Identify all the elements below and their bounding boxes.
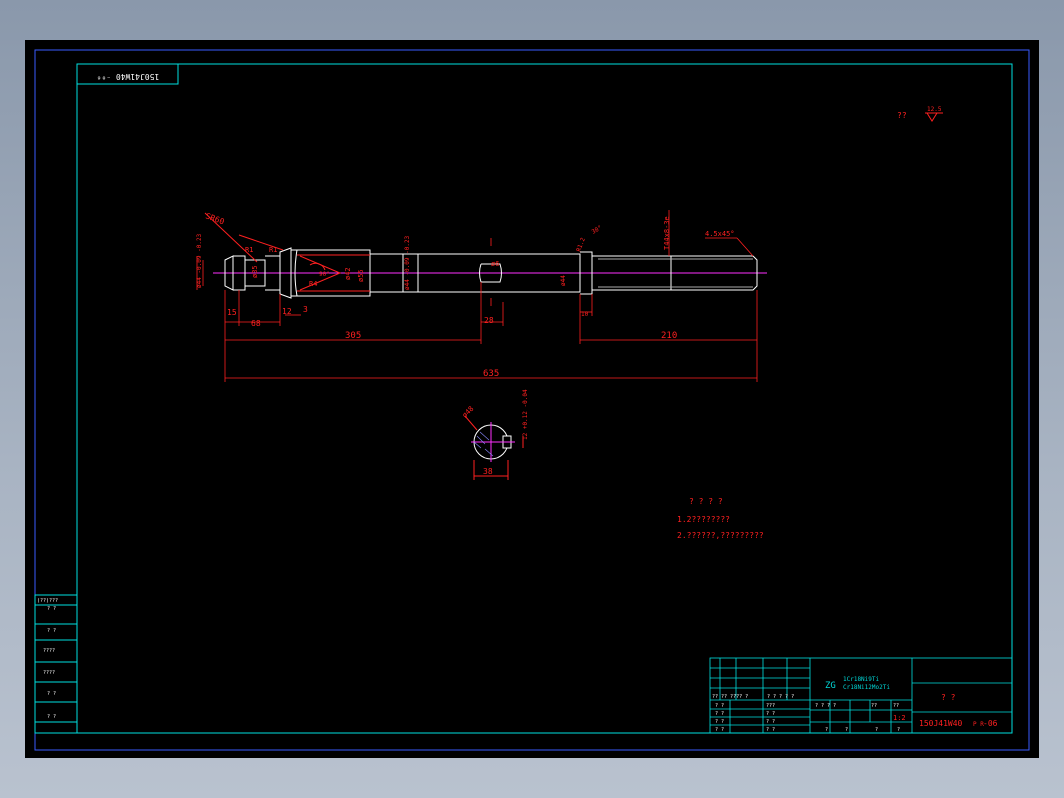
sign-row2-2: ? ? bbox=[766, 711, 775, 717]
sign-row2-3: ? ? bbox=[766, 719, 775, 725]
dim-68: 68 bbox=[251, 319, 261, 328]
technical-notes: ? ? ? ? 1.2???????? 2.??????,????????? bbox=[677, 497, 764, 540]
dim-r1b: R1 bbox=[269, 246, 277, 254]
dim-r1-2: R1.2 bbox=[575, 236, 587, 252]
dim-d-left: ø44 -0.09 -0.23 bbox=[196, 233, 203, 288]
left-strip bbox=[34, 594, 78, 734]
sign-row-4: ? ? bbox=[715, 727, 724, 733]
section-dia: ø48 bbox=[461, 405, 476, 420]
sign-row-2: ? ? bbox=[715, 711, 724, 717]
sign-row-1: ? ? bbox=[715, 703, 724, 709]
shaft-view bbox=[213, 247, 767, 299]
change-header-1: ?? ?? ???? ? bbox=[712, 694, 748, 700]
dim-d-groove: ø35 bbox=[251, 265, 259, 278]
attr2-2: ? bbox=[845, 727, 848, 733]
title-block-text: ZG 1Cr18Ni9Ti Cr18Ni12Mo2Ti ? ? 1:2 150J… bbox=[712, 676, 998, 733]
notes-line1: 1.2???????? bbox=[677, 515, 730, 524]
section-12: 12 +0.12 -0.04 bbox=[522, 389, 529, 440]
dim-thread: T44x8-3e bbox=[663, 216, 671, 250]
cad-drawing: 150J41W40 ⁻⁰⁶ ?? 12.5 SR60 ø44 -0.09 -0.… bbox=[34, 49, 1030, 751]
dim-210: 210 bbox=[661, 331, 677, 341]
notes-line2: 2.??????,????????? bbox=[677, 531, 764, 540]
attr2-3: ? bbox=[875, 727, 878, 733]
roughness-note: ?? bbox=[897, 111, 907, 120]
scale: 1:2 bbox=[893, 714, 906, 722]
sign-row-3: ? ? bbox=[715, 719, 724, 725]
dim-3: 3 bbox=[303, 305, 308, 314]
left-strip-3: ???? bbox=[43, 648, 55, 654]
dim-15: 15 bbox=[227, 308, 237, 317]
attr-3: ?? bbox=[893, 703, 899, 709]
dim-d-body: ø55 bbox=[357, 269, 365, 282]
drawing-suffix: -06 bbox=[983, 719, 998, 728]
attr2-4: ? bbox=[897, 727, 900, 733]
dim-635: 635 bbox=[483, 369, 499, 379]
dim-chamfer: 4.5x45° bbox=[705, 230, 735, 238]
section-38: 38 bbox=[483, 467, 493, 476]
material-line2: Cr18Ni12Mo2Ti bbox=[843, 684, 890, 691]
outer-frame bbox=[34, 49, 1030, 751]
part-name: ? ? bbox=[941, 693, 956, 702]
cross-section: ø48 12 +0.12 -0.04 38 bbox=[461, 389, 529, 480]
roughness-value: 12.5 bbox=[927, 106, 942, 113]
left-strip-6: ? ? bbox=[47, 714, 56, 720]
material-line1: 1Cr18Ni9Ti bbox=[843, 676, 880, 683]
dimension-lines bbox=[196, 210, 758, 382]
dim-10: 10 bbox=[581, 311, 589, 318]
sign-row2-4: ? ? bbox=[766, 727, 775, 733]
left-strip-4: ???? bbox=[43, 670, 55, 676]
dim-d-shaft: ø44 -0.09 -0.23 bbox=[404, 235, 411, 290]
title-block bbox=[709, 657, 1013, 734]
attr2-1: ? bbox=[825, 727, 828, 733]
left-strip-5: ? ? bbox=[47, 691, 56, 697]
material-label: ZG bbox=[825, 681, 836, 691]
notes-title: ? ? ? ? bbox=[689, 497, 723, 506]
dim-angle-30: 30° bbox=[591, 224, 604, 235]
dim-305: 305 bbox=[345, 331, 361, 341]
drawing-number: 150J41W40 bbox=[919, 719, 963, 728]
left-strip-1: ? ? bbox=[47, 606, 56, 612]
left-strip-0: (??)??? bbox=[37, 598, 58, 604]
dim-12: 12 bbox=[282, 307, 292, 316]
dim-d-right: ø44 bbox=[560, 275, 567, 286]
dim-r1: R1 bbox=[245, 246, 253, 254]
inner-frame bbox=[76, 63, 1013, 734]
dim-angle-90: 90° bbox=[319, 271, 330, 278]
dim-d-small: ø6 bbox=[491, 260, 499, 268]
attr-1: ? ? ? ? bbox=[815, 703, 836, 709]
roughness-symbol-icon bbox=[925, 112, 943, 122]
sign-row2-1: ??? bbox=[766, 703, 775, 709]
dim-28: 28 bbox=[484, 316, 494, 325]
attr-2: ?? bbox=[871, 703, 877, 709]
change-header-2: ? ? ? ? ? bbox=[767, 694, 794, 700]
dim-r4: R4 bbox=[309, 280, 317, 288]
code-box-text: 150J41W40 ⁻⁰⁶ bbox=[97, 72, 160, 81]
cad-viewport[interactable]: 150J41W40 ⁻⁰⁶ ?? 12.5 SR60 ø44 -0.09 -0.… bbox=[25, 40, 1039, 758]
dimension-labels: SR60 ø44 -0.09 -0.23 ø35 ø42 ø55 ø44 -0.… bbox=[196, 211, 735, 379]
left-strip-2: ? ? bbox=[47, 628, 56, 634]
dim-sr60: SR60 bbox=[204, 211, 225, 226]
dim-d-mid: ø42 bbox=[344, 267, 352, 280]
